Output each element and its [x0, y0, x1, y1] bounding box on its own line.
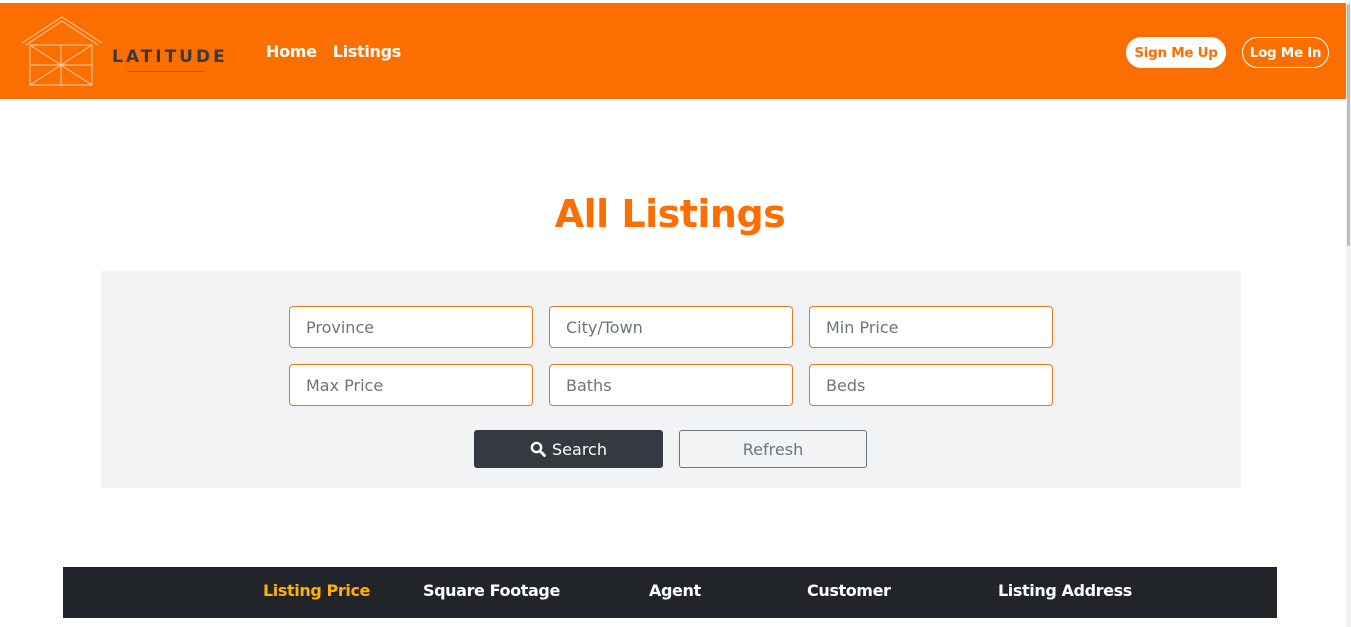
baths-input[interactable] — [549, 364, 793, 406]
min-price-input[interactable] — [809, 306, 1053, 348]
search-icon — [530, 441, 546, 457]
column-header-listing-address[interactable]: Listing Address — [998, 581, 1132, 600]
brand-underline — [127, 71, 205, 72]
column-header-listing-price[interactable]: Listing Price — [263, 581, 370, 600]
log-in-button[interactable]: Log Me In — [1242, 37, 1329, 68]
refresh-button[interactable]: Refresh — [679, 430, 867, 468]
brand-name: LATITUDE — [112, 47, 228, 67]
beds-input[interactable] — [809, 364, 1053, 406]
column-header-square-footage[interactable]: Square Footage — [423, 581, 560, 600]
column-header-customer[interactable]: Customer — [807, 581, 891, 600]
house-logo-icon — [21, 16, 103, 86]
max-price-input[interactable] — [289, 364, 533, 406]
scrollbar-thumb[interactable] — [1347, 4, 1350, 246]
search-button-label: Search — [552, 439, 607, 459]
city-town-input[interactable] — [549, 306, 793, 348]
nav-link-listings[interactable]: Listings — [333, 42, 402, 61]
page-title: All Listings — [554, 192, 786, 236]
nav-link-home[interactable]: Home — [266, 42, 317, 61]
sign-up-button[interactable]: Sign Me Up — [1126, 37, 1226, 68]
top-navbar: LATITUDE Home Listings Sign Me Up Log Me… — [0, 3, 1346, 99]
nav-links: Home Listings — [266, 42, 401, 61]
column-header-agent[interactable]: Agent — [649, 581, 701, 600]
brand-logo[interactable]: LATITUDE — [20, 15, 230, 93]
province-input[interactable] — [289, 306, 533, 348]
listings-table-header: Listing Price Square Footage Agent Custo… — [63, 567, 1277, 618]
search-button[interactable]: Search — [474, 430, 663, 468]
